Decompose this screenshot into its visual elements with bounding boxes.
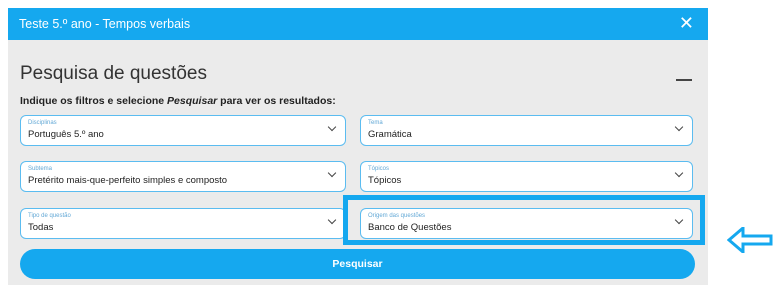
subtema-select[interactable]: Subtema Pretérito mais-que-perfeito simp… [20,161,346,192]
tema-select[interactable]: Tema Gramática [360,115,693,146]
tipo-questao-value: Todas [28,222,54,233]
subtema-value: Pretérito mais-que-perfeito simples e co… [28,175,228,186]
tipo-questao-select[interactable]: Tipo de questão Todas [20,208,346,239]
topicos-value: Tópicos [368,175,402,186]
disciplinas-label: Disciplinas [28,120,57,126]
arrow-left-icon [727,227,773,253]
highlight-box [343,195,705,245]
topicos-select[interactable]: Tópicos Tópicos [360,161,693,192]
tema-value: Gramática [368,129,412,140]
instructions-text-end: para ver os resultados: [217,95,336,107]
topicos-label: Tópicos [368,166,390,172]
tipo-questao-label: Tipo de questão [28,213,71,219]
disciplinas-select[interactable]: Disciplinas Português 5.º ano [20,115,346,146]
chevron-down-icon [327,168,337,178]
modal-header: Teste 5.º ano - Tempos verbais ✕ [8,8,708,40]
chevron-down-icon [327,122,337,132]
section-title: Pesquisa de questões [20,63,207,84]
tema-label: Tema [368,120,383,126]
instructions-emphasis: Pesquisar [167,95,218,107]
chevron-down-icon [674,168,684,178]
modal-title: Teste 5.º ano - Tempos verbais [19,17,191,31]
disciplinas-value: Português 5.º ano [28,129,104,140]
chevron-down-icon [327,215,337,225]
instructions: Indique os filtros e selecione Pesquisar… [20,95,336,107]
collapse-icon[interactable] [676,79,692,81]
search-button[interactable]: Pesquisar [20,249,695,279]
instructions-text-start: Indique os filtros e selecione [20,95,168,107]
chevron-down-icon [674,122,684,132]
close-icon[interactable]: ✕ [679,15,694,33]
subtema-label: Subtema [28,166,53,172]
